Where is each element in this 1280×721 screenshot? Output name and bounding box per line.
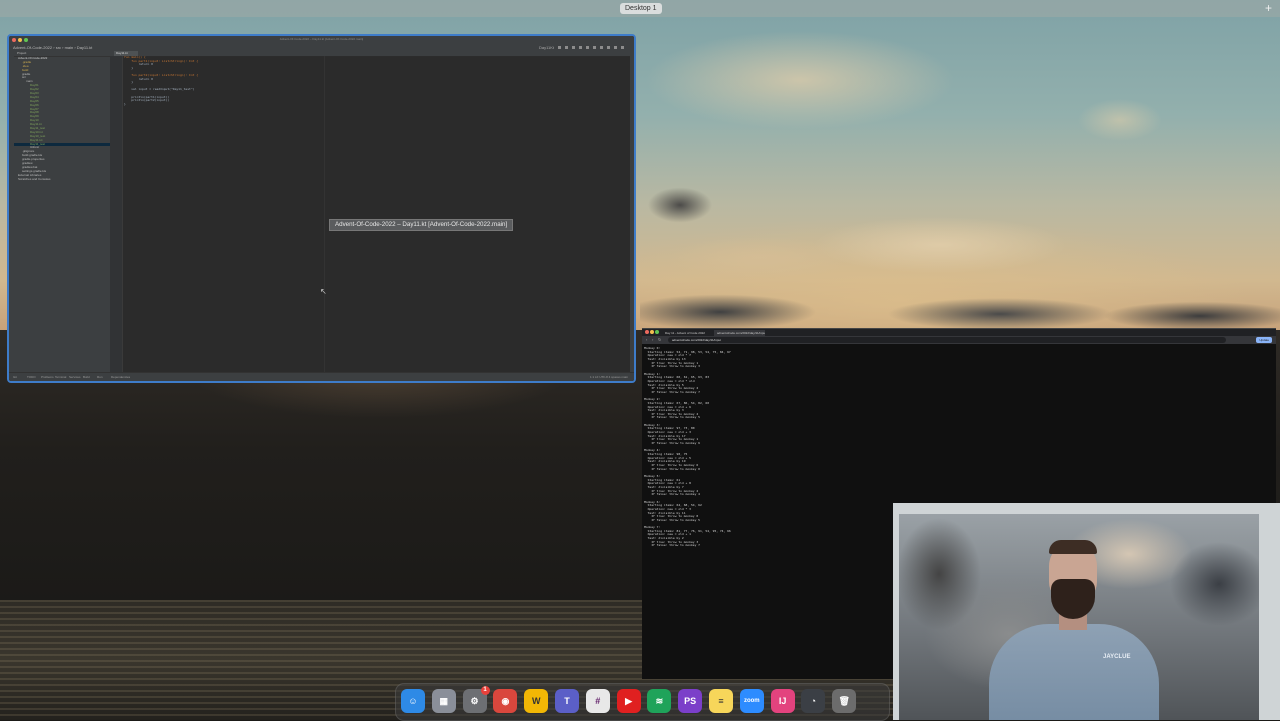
system-preferences-icon[interactable]: ⚙ 1 bbox=[462, 686, 490, 713]
status-tool-build[interactable]: Build bbox=[83, 375, 90, 379]
person-beard bbox=[1051, 579, 1095, 619]
update-button[interactable]: Update bbox=[1256, 337, 1272, 343]
ide-title: Advent-Of-Code-2022 – Day11.kt [Advent-O… bbox=[279, 37, 364, 41]
toolbar-icons[interactable] bbox=[558, 46, 628, 49]
browser-tabbar: Day 11 - Advent of Code 2022 adventofcode… bbox=[642, 329, 1276, 336]
status-right[interactable]: 1:1 LF UTF-8 4 spaces main bbox=[590, 375, 628, 379]
tree-item-label: Scratches and Consoles bbox=[18, 176, 51, 181]
cloud-bank bbox=[640, 282, 1280, 330]
maximize-icon[interactable] bbox=[655, 330, 659, 334]
phpstorm-icon[interactable]: PS bbox=[678, 689, 703, 713]
add-space-button[interactable]: + bbox=[1265, 1, 1272, 15]
status-tool-git[interactable]: Git bbox=[13, 375, 17, 379]
mouse-cursor-icon: ↖ bbox=[320, 287, 327, 296]
notification-badge: 1 bbox=[480, 686, 490, 695]
project-panel: Project Advent-Of-Code-2022 .gradle .idea b… bbox=[14, 51, 111, 373]
right-margin-guide bbox=[324, 56, 325, 373]
launchpad-icon[interactable]: ▦ bbox=[431, 689, 456, 713]
desktop-space-label[interactable]: Desktop 1 bbox=[620, 3, 662, 14]
back-icon[interactable]: ‹ bbox=[646, 337, 647, 342]
line-gutter bbox=[110, 56, 123, 373]
video-player-icon[interactable]: ▶ bbox=[616, 689, 641, 713]
code-area[interactable]: fun main() { fun part1(input: List<Strin… bbox=[124, 55, 624, 373]
dock: ☺ ▦ ⚙ 1 ◉ W T # ▶ ≋ PS ≡ zoom IJ ◔ 🗑 bbox=[395, 683, 890, 721]
tree-item[interactable]: Scratches and Consoles bbox=[14, 176, 110, 182]
audio-app-icon[interactable]: ≋ bbox=[647, 689, 672, 713]
status-tool-todo[interactable]: TODO bbox=[27, 375, 36, 379]
notes-icon[interactable]: ≡ bbox=[709, 689, 733, 713]
forward-icon[interactable]: › bbox=[652, 337, 653, 342]
address-bar[interactable]: adventofcode.com/2022/day/11/input bbox=[668, 337, 1226, 343]
status-tool-run[interactable]: Run bbox=[97, 375, 103, 379]
status-tool-services[interactable]: Services bbox=[69, 375, 81, 379]
minimize-icon[interactable] bbox=[650, 330, 654, 334]
webcam-video: JAYCLUE bbox=[899, 514, 1259, 720]
tool-window-strip-right[interactable] bbox=[630, 51, 634, 373]
browser-toolbar: ‹ › ↻ adventofcode.com/2022/day/11/input… bbox=[642, 336, 1276, 344]
slack-icon[interactable]: # bbox=[585, 689, 610, 713]
intellij-icon[interactable]: IJ bbox=[770, 689, 795, 713]
status-tool-dependencies[interactable]: Dependencies bbox=[111, 375, 130, 379]
window-title-tooltip: Advent-Of-Code-2022 – Day11.kt [Advent-O… bbox=[329, 219, 514, 231]
run-config-select[interactable]: Day11Kt bbox=[539, 45, 554, 50]
reload-icon[interactable]: ↻ bbox=[658, 337, 661, 342]
webcam-overlay: JAYCLUE bbox=[893, 503, 1280, 720]
notes-w-icon[interactable]: W bbox=[524, 689, 549, 713]
breadcrumb[interactable]: Advent-Of-Code-2022 › src › main › Day11… bbox=[13, 45, 92, 50]
status-tool-terminal[interactable]: Terminal bbox=[55, 375, 66, 379]
intellij-window[interactable]: Advent-Of-Code-2022 – Day11.kt [Advent-O… bbox=[7, 34, 636, 383]
trash-icon[interactable]: 🗑 bbox=[832, 689, 857, 713]
chrome-icon[interactable]: ◉ bbox=[493, 689, 518, 713]
teams-icon[interactable]: T bbox=[555, 689, 579, 713]
person-hair bbox=[1049, 540, 1097, 554]
cloud bbox=[640, 175, 720, 235]
mission-control-bar: Desktop 1 + bbox=[0, 0, 1280, 17]
status-tool-problems[interactable]: Problems bbox=[41, 375, 54, 379]
zoom-icon[interactable]: zoom bbox=[739, 689, 764, 713]
editor[interactable]: Day11.kt fun main() { fun part1(input: L… bbox=[110, 51, 634, 373]
close-icon[interactable] bbox=[645, 330, 649, 334]
activity-monitor-icon[interactable]: ◔ bbox=[801, 689, 826, 713]
person-body bbox=[989, 624, 1159, 720]
shirt-logo: JAYCLUE bbox=[1103, 654, 1131, 660]
ide-status-bar: 1:1 LF UTF-8 4 spaces main Git TODO Proble… bbox=[9, 372, 634, 381]
project-tree: Advent-Of-Code-2022 .gradle .idea build grad… bbox=[14, 56, 110, 182]
code-line: } bbox=[124, 101, 126, 106]
finder-icon[interactable]: ☺ bbox=[401, 689, 425, 713]
